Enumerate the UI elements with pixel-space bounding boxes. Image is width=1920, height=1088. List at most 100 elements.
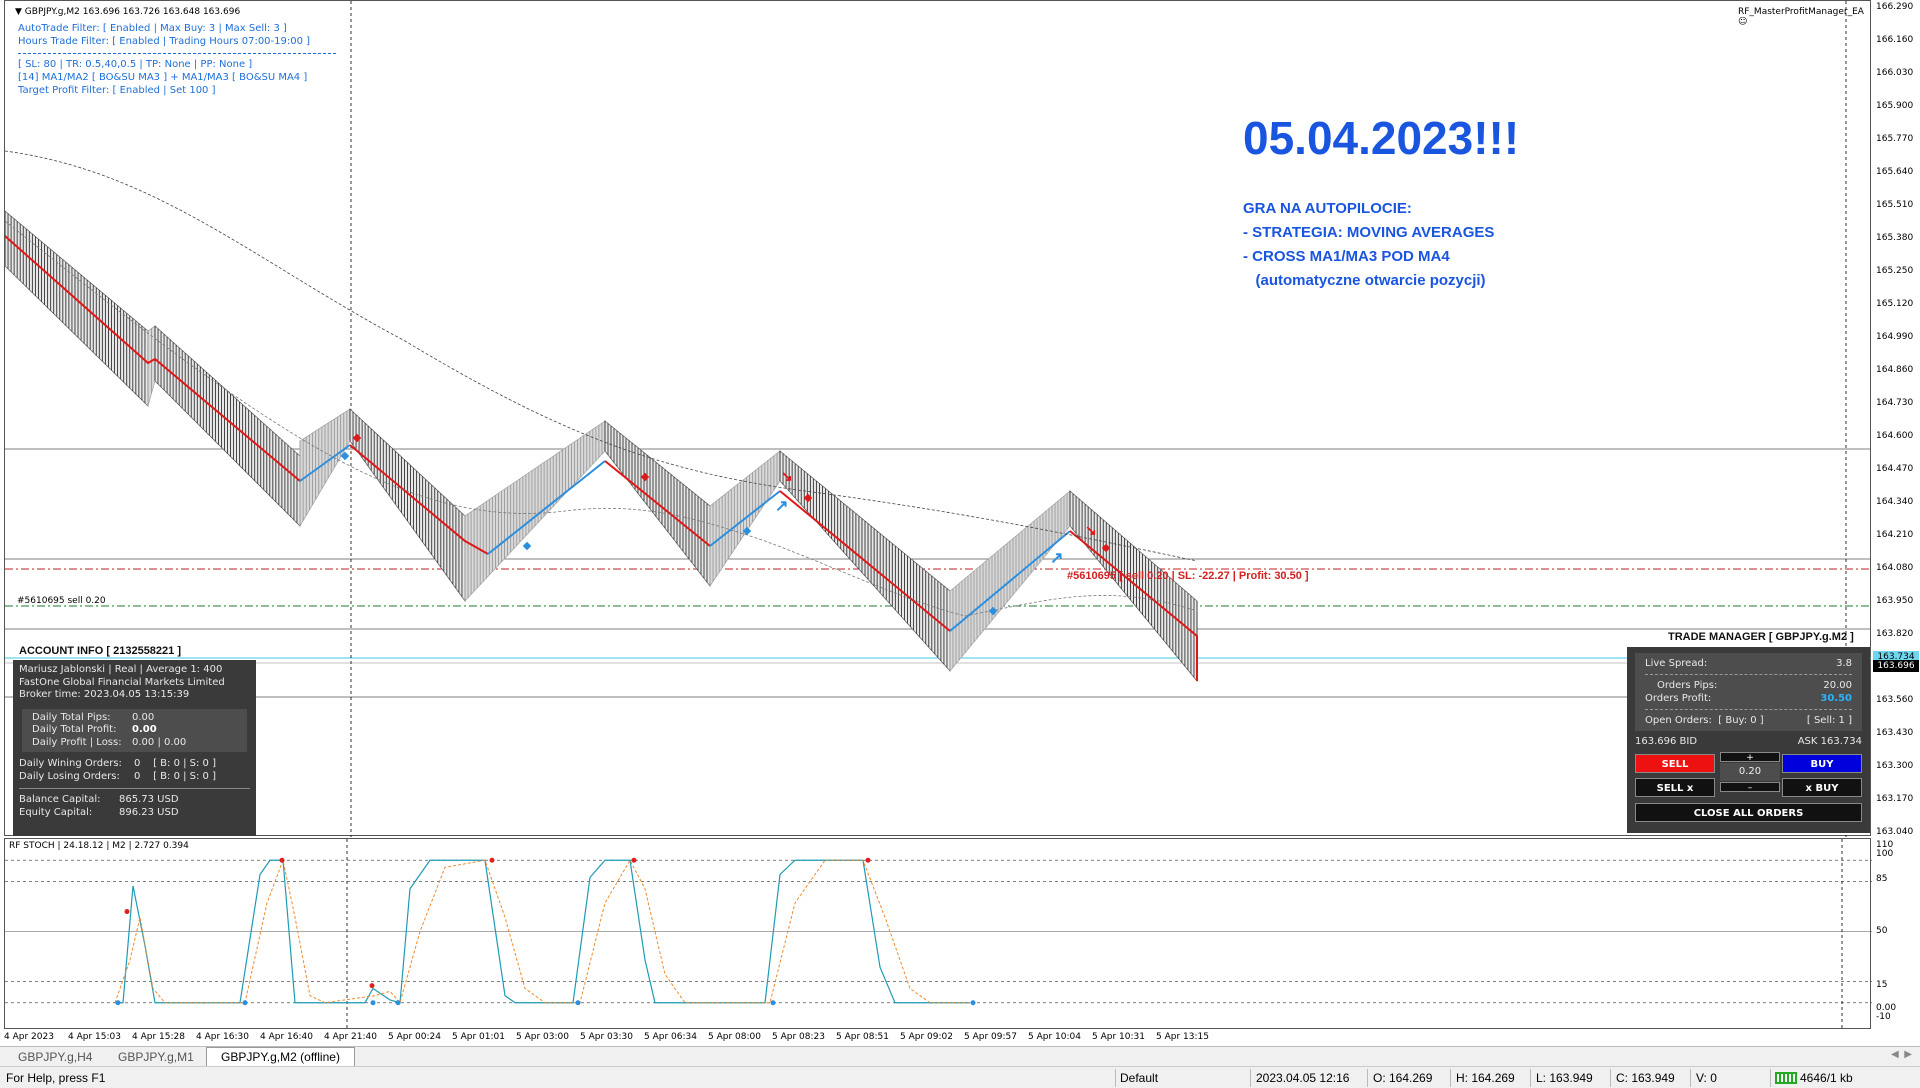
time-tick-label: 4 Apr 16:40 bbox=[260, 1032, 313, 1042]
orders-pips-value: 20.00 bbox=[1823, 680, 1852, 691]
smiley-icon: ☺ bbox=[1738, 17, 1748, 27]
open-orders-label: Open Orders: bbox=[1645, 715, 1712, 726]
bid-price: 163.696 BID bbox=[1635, 736, 1698, 747]
close-all-orders-button[interactable]: CLOSE ALL ORDERS bbox=[1635, 803, 1862, 822]
headline-date: 05.04.2023!!! bbox=[1243, 112, 1520, 164]
ea-name-text: RF_MasterProfitManager_EA bbox=[1738, 7, 1864, 17]
lot-increase-button[interactable]: + bbox=[1720, 752, 1780, 763]
price-tick-label: 163.040 bbox=[1876, 827, 1914, 837]
buy-arrow-icon: ↗ bbox=[775, 498, 788, 515]
stochastic-tick-label: -10 bbox=[1876, 1012, 1891, 1022]
position-label[interactable]: #5610695 [ sell 0.20 | SL: -22.27 | Prof… bbox=[1067, 570, 1309, 582]
bear-ma-line bbox=[779, 490, 951, 632]
stochastic-canvas[interactable] bbox=[5, 839, 1872, 1030]
orders-profit-value: 30.50 bbox=[1820, 693, 1852, 704]
time-tick-label: 5 Apr 03:00 bbox=[516, 1032, 569, 1042]
current-price-tag: 163.696 bbox=[1873, 660, 1919, 672]
price-tick-label: 165.770 bbox=[1876, 134, 1914, 144]
time-tick-label: 5 Apr 06:34 bbox=[644, 1032, 697, 1042]
orders-profit-label: Orders Profit: bbox=[1645, 693, 1712, 704]
bear-candle-band bbox=[5, 210, 149, 407]
stochastic-buy-dot bbox=[370, 1000, 376, 1006]
divider bbox=[1530, 1069, 1531, 1087]
spread-label: Live Spread: bbox=[1645, 658, 1708, 669]
daily-profit-value: 0.00 bbox=[132, 724, 157, 735]
sell-arrow-icon: ↘ bbox=[781, 468, 793, 484]
arrow-right-icon[interactable]: ▶ bbox=[1904, 1049, 1912, 1060]
time-tick-label: 4 Apr 2023 bbox=[4, 1032, 54, 1042]
equity-value: 896.23 USD bbox=[119, 806, 179, 818]
strategy-notes: GRA NA AUTOPILOCIE: - STRATEGIA: MOVING … bbox=[1243, 197, 1494, 293]
status-open: O: 164.269 bbox=[1373, 1071, 1433, 1085]
lot-decrease-button[interactable]: – bbox=[1720, 782, 1780, 793]
price-chart-canvas[interactable]: ↗ ↗ ↘ ↘ bbox=[5, 1, 1872, 837]
sell-button[interactable]: SELL bbox=[1635, 754, 1715, 773]
price-tick-label: 163.950 bbox=[1876, 596, 1914, 606]
losing-orders-label: Daily Losing Orders: bbox=[19, 770, 120, 782]
stochastic-indicator-panel[interactable]: RF STOCH | 24.18.12 | M2 | 2.727 0.394 bbox=[4, 838, 1872, 1030]
time-tick-label: 5 Apr 09:57 bbox=[964, 1032, 1017, 1042]
status-volume: V: 0 bbox=[1696, 1071, 1717, 1085]
time-tick-label: 5 Apr 00:24 bbox=[388, 1032, 441, 1042]
tab-scroll-arrows[interactable]: ◀ ▶ bbox=[1891, 1049, 1912, 1060]
price-tick-label: 164.080 bbox=[1876, 563, 1914, 573]
time-tick-label: 5 Apr 03:30 bbox=[580, 1032, 633, 1042]
price-tick-label: 165.120 bbox=[1876, 299, 1914, 309]
lot-size-field[interactable]: 0.20 bbox=[1720, 763, 1780, 781]
price-tick-label: 164.600 bbox=[1876, 431, 1914, 441]
price-tick-label: 166.290 bbox=[1876, 2, 1914, 12]
collapse-triangle-icon[interactable]: ▼ bbox=[15, 7, 22, 17]
daily-pl-value: 0.00 | 0.00 bbox=[132, 736, 187, 748]
arrow-left-icon[interactable]: ◀ bbox=[1891, 1049, 1899, 1060]
price-axis[interactable]: 166.290 166.160 166.030 165.900 165.770 165.6… bbox=[1871, 0, 1920, 1030]
buy-button[interactable]: BUY bbox=[1782, 754, 1862, 773]
stochastic-tick-label: 85 bbox=[1876, 874, 1888, 884]
daily-pips-value: 0.00 bbox=[132, 711, 155, 723]
price-tick-label: 165.510 bbox=[1876, 200, 1914, 210]
close-sells-button[interactable]: SELL x bbox=[1635, 778, 1715, 797]
divider bbox=[1645, 709, 1852, 710]
price-tick-label: 164.470 bbox=[1876, 464, 1914, 474]
tab-gbpjpy-m2-offline[interactable]: GBPJPY.g,M2 (offline) bbox=[206, 1047, 355, 1067]
bull-candle-band bbox=[299, 408, 351, 528]
price-tick-label: 163.430 bbox=[1876, 728, 1914, 738]
strategy-line: GRA NA AUTOPILOCIE: bbox=[1243, 200, 1412, 217]
strategy-line: (automatyczne otwarcie pozycji) bbox=[1243, 272, 1486, 289]
status-traffic: 4646/1 kb bbox=[1800, 1071, 1853, 1085]
price-tick-label: 164.210 bbox=[1876, 530, 1914, 540]
orders-pips-label: Orders Pips: bbox=[1657, 680, 1718, 691]
losing-orders-value: 0 [ B: 0 | S: 0 ] bbox=[134, 770, 216, 782]
tab-gbpjpy-h4[interactable]: GBPJPY.g,H4 bbox=[4, 1048, 106, 1066]
open-orders-sell: [ Sell: 1 ] bbox=[1806, 715, 1852, 726]
daily-summary: Daily Total Pips: 0.00 Daily Total Profit… bbox=[22, 708, 247, 752]
time-axis[interactable]: 4 Apr 2023 4 Apr 15:03 4 Apr 15:28 4 Apr 16… bbox=[0, 1030, 1920, 1046]
bear-candle-band bbox=[349, 408, 466, 603]
expert-advisor-label[interactable]: RF_MasterProfitManager_EA ☺ bbox=[1738, 7, 1870, 27]
price-tick-label: 163.560 bbox=[1876, 695, 1914, 705]
order-line-label[interactable]: #5610695 sell 0.20 bbox=[17, 596, 106, 606]
broker-name: FastOne Global Financial Markets Limited bbox=[19, 676, 225, 688]
balance-value: 865.73 USD bbox=[119, 794, 179, 805]
winning-orders-value: 0 [ B: 0 | S: 0 ] bbox=[134, 758, 216, 769]
trade-manager-title: TRADE MANAGER [ GBPJPY.g.M2 ] bbox=[1668, 631, 1854, 643]
divider bbox=[1770, 1069, 1771, 1087]
tab-gbpjpy-m1[interactable]: GBPJPY.g,M1 bbox=[104, 1048, 208, 1066]
price-tick-label: 165.640 bbox=[1876, 167, 1914, 177]
divider bbox=[1645, 674, 1852, 675]
time-tick-label: 5 Apr 09:02 bbox=[900, 1032, 953, 1042]
time-tick-label: 5 Apr 08:51 bbox=[836, 1032, 889, 1042]
price-chart[interactable]: ↗ ↗ ↘ ↘ ▼ GBPJPY.g,M2 163.696 163.726 163.6… bbox=[4, 0, 1872, 837]
stochastic-sell-dot bbox=[865, 857, 871, 863]
close-buys-button[interactable]: x BUY bbox=[1782, 778, 1862, 797]
stochastic-sell-dot bbox=[279, 857, 285, 863]
account-info-title: ACCOUNT INFO [ 2132558221 ] bbox=[19, 645, 181, 657]
daily-pips-label: Daily Total Pips: bbox=[32, 711, 111, 723]
winning-orders-label: Daily Wining Orders: bbox=[19, 758, 122, 769]
price-tick-label: 163.820 bbox=[1876, 629, 1914, 639]
connection-bars-icon[interactable] bbox=[1775, 1072, 1797, 1084]
ma-settings: [14] MA1/MA2 [ BO&SU MA3 ] + MA1/MA3 [ B… bbox=[18, 72, 308, 83]
divider bbox=[18, 53, 336, 54]
price-tick-label: 165.900 bbox=[1876, 101, 1914, 111]
time-tick-label: 5 Apr 13:15 bbox=[1156, 1032, 1209, 1042]
time-tick-label: 4 Apr 21:40 bbox=[324, 1032, 377, 1042]
